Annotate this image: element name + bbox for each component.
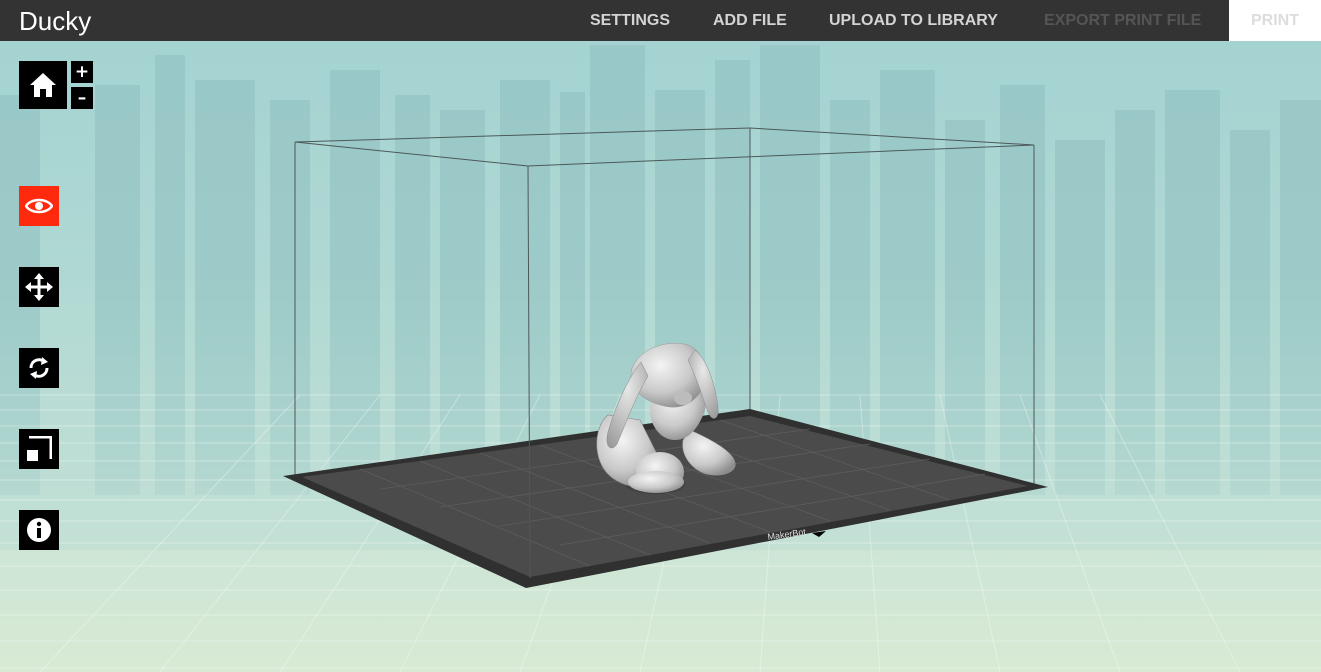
scale-tool-button[interactable] bbox=[19, 429, 59, 469]
settings-button[interactable]: SETTINGS bbox=[590, 0, 670, 41]
home-view-button[interactable] bbox=[19, 61, 67, 109]
app-title: Ducky bbox=[19, 6, 92, 36]
add-file-button[interactable]: ADD FILE bbox=[713, 0, 787, 41]
top-bar: Ducky SETTINGS ADD FILE UPLOAD TO LIBRAR… bbox=[0, 0, 1321, 41]
export-print-file-button[interactable]: EXPORT PRINT FILE bbox=[1044, 0, 1201, 41]
eye-icon bbox=[25, 198, 53, 214]
info-tool-button[interactable] bbox=[19, 510, 59, 550]
zoom-out-button[interactable]: – bbox=[71, 87, 93, 109]
print-button[interactable]: PRINT bbox=[1229, 0, 1321, 41]
viewport-3d[interactable]: MakerBot bbox=[0, 41, 1321, 672]
zoom-in-button[interactable]: + bbox=[71, 61, 93, 83]
info-icon bbox=[27, 518, 51, 542]
move-icon bbox=[25, 273, 53, 301]
view-tool-button[interactable] bbox=[19, 186, 59, 226]
scale-icon bbox=[27, 436, 52, 461]
home-icon bbox=[30, 73, 56, 97]
rotate-icon bbox=[29, 357, 49, 379]
upload-to-library-button[interactable]: UPLOAD TO LIBRARY bbox=[829, 0, 998, 41]
rotate-tool-button[interactable] bbox=[19, 348, 59, 388]
move-tool-button[interactable] bbox=[19, 267, 59, 307]
